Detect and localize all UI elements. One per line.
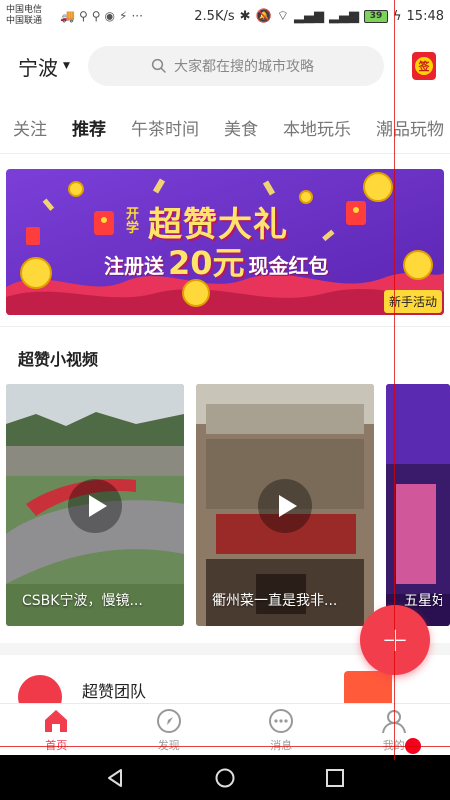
recents-icon[interactable]: [324, 767, 346, 789]
compass-icon: [156, 708, 181, 733]
bottom-nav: 首页 发现 消息 我的: [0, 703, 450, 755]
play-button[interactable]: [68, 479, 122, 533]
status-right: 2.5K/s ✱ 🔕 ⌔ ▂▄▆ ▂▄▆ 39 ϟ 15:48: [194, 8, 444, 25]
check-in-label: 签: [415, 57, 433, 75]
nav-home[interactable]: 首页: [0, 704, 113, 755]
video-card[interactable]: CSBK宁波，慢镜...: [6, 384, 184, 626]
nav-messages[interactable]: 消息: [225, 704, 338, 755]
nav-home-label: 首页: [45, 738, 68, 752]
video-caption: 衢州菜一直是我非...: [212, 593, 338, 609]
carrier-2: 中国联通: [6, 16, 43, 26]
banner-tag: 新手活动: [383, 290, 442, 313]
city-name: 宁波: [18, 55, 58, 80]
play-button[interactable]: [258, 479, 312, 533]
mute-icon: 🔕: [255, 8, 272, 24]
video-carousel[interactable]: CSBK宁波，慢镜... 衢州菜一直是我非... 五星好: [6, 384, 450, 626]
system-nav-bar: [0, 755, 450, 800]
banner-subline-prefix: 注册送: [104, 254, 164, 278]
play-icon: [88, 495, 107, 517]
nav-messages-label: 消息: [270, 738, 293, 752]
team-avatar: [18, 675, 62, 703]
wifi-icon: ⌔: [276, 9, 289, 24]
usb-icon: ⚲: [78, 9, 88, 23]
bluetooth-icon: ✱: [239, 8, 251, 24]
video-card[interactable]: 衢州菜一直是我非...: [196, 384, 374, 626]
tab-afternoon-tea[interactable]: 午茶时间: [131, 115, 199, 140]
banner-amount: 20元: [168, 244, 245, 282]
carrier-1: 中国电信: [6, 5, 43, 15]
banner-subline: 注册送 20元 现金红包: [104, 247, 329, 279]
network-speed: 2.5K/s: [194, 8, 235, 24]
clock: 15:48: [406, 8, 444, 24]
search-placeholder: 大家都在搜的城市攻略: [174, 59, 314, 75]
tab-food[interactable]: 美食: [224, 115, 258, 140]
tab-follow[interactable]: 关注: [13, 115, 47, 140]
category-tabs: 关注 推荐 午茶时间 美食 本地玩乐 潮品玩物: [0, 102, 450, 154]
video-caption: 五星好: [404, 593, 442, 609]
debug-guide-horizontal: [0, 746, 450, 747]
debug-guide-vertical: [394, 0, 395, 760]
caret-down-icon: ▼: [63, 61, 70, 71]
carrier-info: 中国电信 中国联通: [6, 5, 54, 27]
more-icon: ···: [131, 9, 143, 23]
city-selector[interactable]: 宁波 ▼: [18, 52, 82, 81]
nav-discover-label: 发现: [157, 738, 180, 752]
banner-kaixue: 开学: [126, 206, 140, 236]
battery-icon: 39: [363, 9, 388, 23]
search-input[interactable]: 大家都在搜的城市攻略: [88, 46, 384, 86]
divider: [0, 326, 450, 327]
signal-icon: ▂▄▆: [293, 8, 324, 24]
back-icon[interactable]: [104, 767, 126, 789]
red-envelope-icon[interactable]: [344, 671, 392, 703]
play-icon: [278, 495, 297, 517]
section-title: 超赞小视频: [18, 350, 99, 369]
notification-icons: 🚚 ⚲ ⚲ ◉ ⚡ ···: [60, 9, 143, 23]
search-icon: [151, 58, 166, 73]
add-post-button[interactable]: +: [360, 605, 430, 675]
app-icon: ⚡: [119, 9, 128, 23]
team-name: 超赞团队: [82, 682, 147, 701]
video-caption: CSBK宁波，慢镜...: [22, 593, 143, 609]
status-bar: 中国电信 中国联通 🚚 ⚲ ⚲ ◉ ⚡ ··· 2.5K/s ✱ 🔕 ⌔ ▂▄▆…: [0, 0, 450, 32]
weibo-icon: ◉: [104, 9, 116, 23]
message-icon: [269, 708, 294, 733]
home-icon: [45, 709, 68, 732]
banner-headline-group: 开学 超赞大礼: [126, 197, 288, 246]
banner-headline: 超赞大礼: [148, 205, 288, 245]
truck-icon: 🚚: [60, 9, 75, 23]
check-in-icon[interactable]: 签: [412, 52, 436, 80]
video-card[interactable]: 五星好: [386, 384, 450, 626]
tab-recommend[interactable]: 推荐: [72, 115, 106, 140]
banner-subline-suffix: 现金红包: [248, 254, 329, 278]
signal-icon: ▂▄▆: [328, 8, 359, 24]
tab-trendy-goods[interactable]: 潮品玩物: [376, 115, 444, 140]
app-header: 宁波 ▼ 大家都在搜的城市攻略 签: [0, 34, 450, 98]
promo-banner[interactable]: 开学 超赞大礼 注册送 20元 现金红包 新手活动: [6, 169, 444, 315]
usb-icon: ⚲: [91, 9, 101, 23]
home-circle-icon[interactable]: [214, 767, 236, 789]
nav-discover[interactable]: 发现: [113, 704, 226, 755]
tab-local-fun[interactable]: 本地玩乐: [283, 115, 351, 140]
